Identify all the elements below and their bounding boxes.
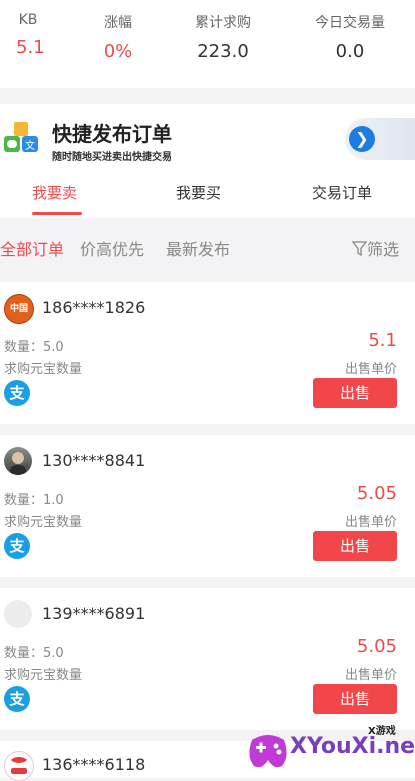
brand-logo-icon (11, 757, 27, 774)
stat-change: 涨幅 0% (96, 12, 140, 62)
stat-value: 0.0 (335, 41, 365, 62)
market-stats-bar: KB 5.1 涨幅 0% 累计求购 223.0 今日交易量 0.0 (0, 0, 415, 88)
filter-all-orders[interactable]: 全部订单 (0, 236, 64, 260)
quantity-label: 求购元宝数量 (4, 362, 83, 377)
person-icon (10, 452, 26, 475)
stat-label: 涨幅 (104, 15, 132, 31)
filter-price-high[interactable]: 价高优先 (80, 236, 144, 260)
avatar: 中国 (4, 294, 34, 324)
alipay-icon: 支 (4, 686, 30, 712)
filter-button[interactable]: 筛选 (351, 236, 400, 260)
order-filters: 全部订单 价高优先 最新发布 筛选 (0, 226, 415, 268)
user-phone: 136****6118 (42, 755, 146, 774)
stat-value: 223.0 (197, 41, 249, 62)
stat-kb: KB 5.1 (16, 12, 45, 58)
tab-sell[interactable]: 我要卖 (32, 182, 77, 203)
watermark-tag: X游戏 (368, 726, 396, 737)
tab-trade-orders[interactable]: 交易订单 (312, 182, 372, 203)
price-label: 出售单价 (344, 668, 397, 683)
sell-button[interactable]: 出售 (313, 684, 397, 714)
user-phone: 139****6891 (42, 604, 146, 623)
site-watermark: XYouXi.net X游戏 (240, 722, 415, 778)
watermark-brand: XYouXi.net (290, 734, 415, 759)
stat-value: 0% (103, 41, 133, 62)
filter-label: 筛选 (367, 240, 400, 259)
price-label: 出售单价 (344, 515, 397, 530)
app-blocks-icon: 文 (4, 122, 38, 152)
price-label: 出售单价 (344, 362, 397, 377)
order-quantity: 数量：5.0 (4, 646, 64, 661)
user-phone: 130****8841 (42, 451, 146, 470)
arrow-right-icon: ❯ (349, 126, 375, 152)
banner-title: 快捷发布订单 (52, 122, 172, 146)
order-price: 5.05 (356, 483, 397, 504)
avatar (4, 447, 32, 475)
order-quantity: 数量：1.0 (4, 493, 64, 508)
order-card: 130****8841 数量：1.0 求购元宝数量 支 5.05 出售单价 出售 (0, 435, 415, 577)
banner-go-button[interactable]: ❯ (345, 118, 415, 160)
sell-button[interactable]: 出售 (313, 531, 397, 561)
avatar (4, 600, 32, 628)
avatar-text: 中国 (9, 304, 28, 314)
tab-buy[interactable]: 我要买 (176, 182, 221, 203)
stat-label: KB (18, 12, 38, 28)
alipay-icon: 支 (4, 533, 30, 559)
order-price: 5.1 (368, 330, 397, 351)
stat-total-purchase: 累计求购 223.0 (186, 12, 260, 62)
quick-publish-banner[interactable]: 文 快捷发布订单 随时随地买进卖出快捷交易 ❯ (0, 104, 415, 172)
active-tab-indicator (32, 212, 82, 215)
stat-label: 今日交易量 (315, 15, 385, 31)
sell-button[interactable]: 出售 (313, 378, 397, 408)
order-price: 5.05 (356, 636, 397, 657)
alipay-icon: 支 (4, 380, 30, 406)
order-quantity: 数量：5.0 (4, 340, 64, 355)
filter-newest[interactable]: 最新发布 (166, 236, 230, 260)
svg-text:文: 文 (25, 139, 35, 152)
user-phone: 186****1826 (42, 298, 146, 317)
order-card: 139****6891 数量：5.0 求购元宝数量 支 5.05 出售单价 出售 (0, 588, 415, 730)
quantity-label: 求购元宝数量 (4, 668, 83, 683)
main-tabs: 我要卖 我要买 交易订单 (0, 172, 415, 218)
stat-label: 累计求购 (195, 15, 251, 31)
gamepad-logo-icon (249, 735, 287, 768)
stat-value: 5.1 (16, 37, 45, 58)
quantity-label: 求购元宝数量 (4, 515, 83, 530)
banner-subtitle: 随时随地买进卖出快捷交易 (52, 152, 172, 163)
stat-today-volume: 今日交易量 0.0 (310, 12, 390, 62)
avatar (4, 751, 34, 781)
order-card: 中国 186****1826 数量：5.0 求购元宝数量 支 5.1 出售单价 … (0, 282, 415, 424)
funnel-icon (351, 241, 368, 257)
